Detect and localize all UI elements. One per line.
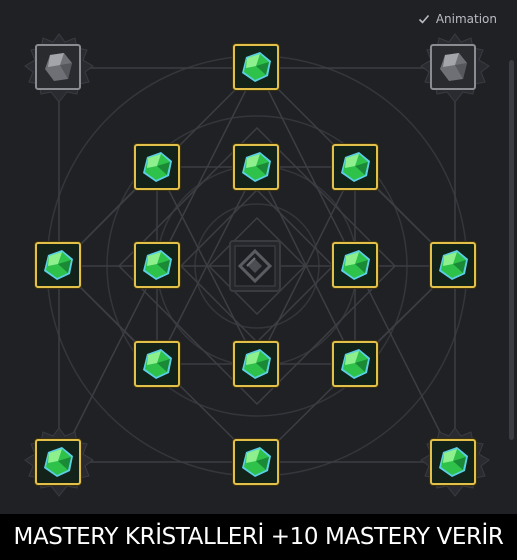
crystal-slot-top-right[interactable] — [430, 44, 476, 90]
animation-toggle-label: Animation — [435, 12, 497, 26]
crystal-slot-mid-far-left[interactable] — [35, 242, 81, 288]
crystal-slot-row4-left[interactable] — [134, 341, 180, 387]
green-crystal-icon — [44, 447, 73, 477]
green-crystal-icon — [143, 349, 172, 379]
crystal-slot-bottom-center[interactable] — [233, 439, 279, 485]
scrollbar-thumb[interactable] — [509, 60, 514, 440]
crystal-slot-row4-center[interactable] — [233, 341, 279, 387]
green-crystal-icon — [242, 152, 271, 182]
green-crystal-icon — [242, 349, 271, 379]
green-crystal-icon — [439, 447, 468, 477]
green-crystal-icon — [341, 250, 370, 280]
mastery-emblem-icon — [234, 245, 276, 287]
green-crystal-icon — [341, 349, 370, 379]
grey-stone-icon — [45, 53, 72, 81]
mastery-board: Animation — [0, 0, 517, 514]
green-crystal-icon — [143, 250, 172, 280]
checkmark-icon — [418, 14, 429, 24]
crystal-slot-top-center[interactable] — [233, 44, 279, 90]
crystal-slot-row2-left[interactable] — [134, 144, 180, 190]
green-crystal-icon — [242, 52, 271, 82]
crystal-slot-mid-left[interactable] — [134, 242, 180, 288]
center-emblem — [229, 240, 281, 292]
green-crystal-icon — [242, 447, 271, 477]
crystal-slot-bottom-right[interactable] — [430, 439, 476, 485]
crystal-slot-mid-right[interactable] — [332, 242, 378, 288]
green-crystal-icon — [143, 152, 172, 182]
animation-toggle[interactable]: Animation — [418, 12, 497, 26]
crystal-slot-mid-far-right[interactable] — [430, 242, 476, 288]
crystal-slot-row2-right[interactable] — [332, 144, 378, 190]
grey-stone-icon — [440, 53, 467, 81]
crystal-slot-row2-center[interactable] — [233, 144, 279, 190]
green-crystal-icon — [439, 250, 468, 280]
green-crystal-icon — [341, 152, 370, 182]
crystal-slot-top-left[interactable] — [35, 44, 81, 90]
green-crystal-icon — [44, 250, 73, 280]
caption-text: MASTERY KRİSTALLERİ +10 MASTERY VERİR — [0, 514, 517, 560]
crystal-slot-row4-right[interactable] — [332, 341, 378, 387]
crystal-slot-bottom-left[interactable] — [35, 439, 81, 485]
